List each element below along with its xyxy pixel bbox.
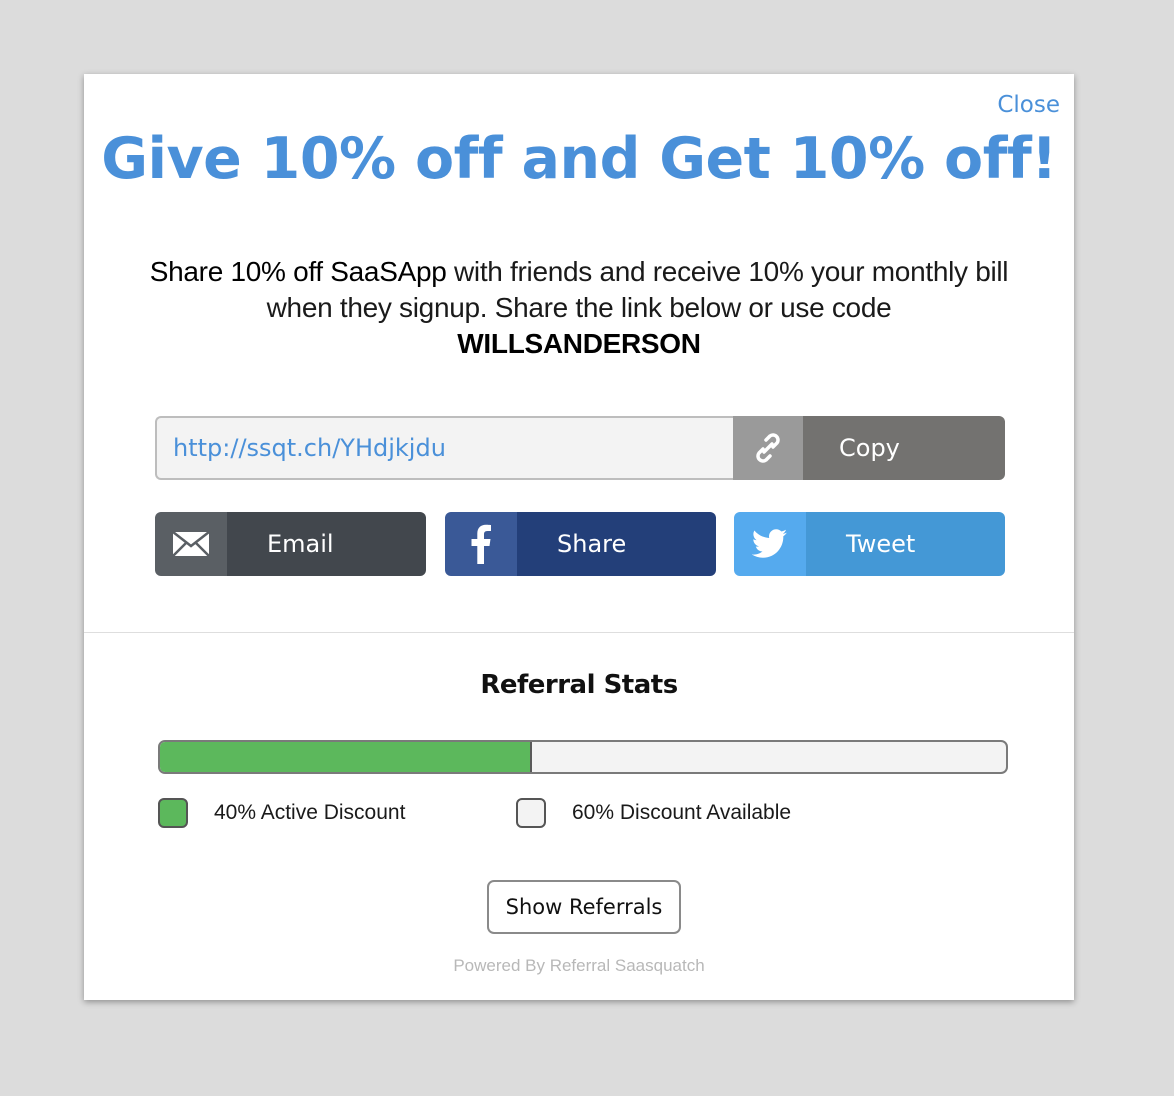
legend-active-discount: 40% Active Discount xyxy=(158,796,405,830)
discount-available-label: 60% Discount Available xyxy=(572,801,792,824)
close-button[interactable]: Close xyxy=(997,92,1060,118)
twitter-share-button[interactable]: Tweet xyxy=(734,512,1005,576)
active-discount-label: 40% Active Discount xyxy=(214,801,406,824)
envelope-icon xyxy=(155,512,227,576)
powered-by[interactable]: Powered By Referral Saasquatch xyxy=(84,956,1074,976)
legend-discount-available: 60% Discount Available xyxy=(516,796,791,830)
section-divider xyxy=(84,632,1074,633)
referral-progress-bar xyxy=(158,740,1008,774)
twitter-icon xyxy=(734,512,806,576)
twitter-label: Tweet xyxy=(806,512,1005,576)
active-swatch xyxy=(158,798,188,828)
facebook-label: Share xyxy=(517,512,716,576)
email-label: Email xyxy=(227,512,426,576)
link-icon xyxy=(733,416,803,480)
referral-code: WILLSANDERSON xyxy=(457,328,701,359)
available-swatch xyxy=(516,798,546,828)
facebook-share-button[interactable]: Share xyxy=(445,512,716,576)
headline: Give 10% off and Get 10% off! xyxy=(101,126,1057,192)
active-discount-fill xyxy=(160,742,533,772)
share-buttons: Email Share Tweet xyxy=(155,512,1005,576)
share-link-field[interactable]: http://ssqt.ch/YHdjkjdu xyxy=(155,416,733,480)
share-link-row: http://ssqt.ch/YHdjkjdu Copy xyxy=(155,416,1005,480)
copy-button[interactable]: Copy xyxy=(803,416,1005,480)
email-share-button[interactable]: Email xyxy=(155,512,426,576)
description: Share 10% off SaaSApp with friends and r… xyxy=(144,254,1014,362)
facebook-icon xyxy=(445,512,517,576)
referral-modal: Close Give 10% off and Get 10% off! Shar… xyxy=(84,74,1074,1000)
show-referrals-button[interactable]: Show Referrals xyxy=(487,880,681,934)
description-lead: Share 10% off SaaSApp xyxy=(149,256,447,287)
referral-stats-title: Referral Stats xyxy=(480,670,678,700)
